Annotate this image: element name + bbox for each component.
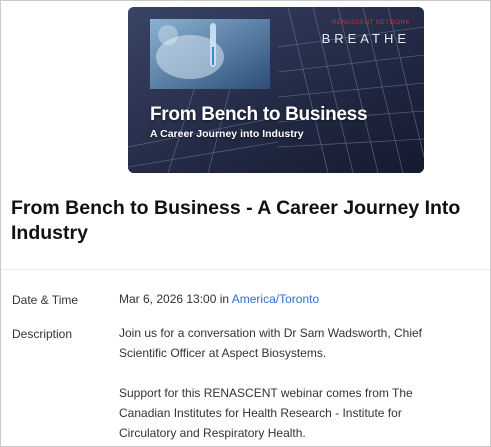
event-page: RENASCENT NETWORK BREATHE From Bench to … <box>0 0 491 447</box>
banner-subtitle: A Career Journey into Industry <box>150 128 304 140</box>
description-value: Join us for a conversation with Dr Sam W… <box>119 323 449 443</box>
banner-title: From Bench to Business <box>150 104 368 125</box>
brand-logo: BREATHE <box>321 31 410 46</box>
description-label: Description <box>12 327 73 341</box>
date-time-value: Mar 6, 2026 13:00 in America/Toronto <box>119 289 449 309</box>
timezone-link[interactable]: America/Toronto <box>232 292 319 306</box>
date-time-text: Mar 6, 2026 13:00 in <box>119 292 232 306</box>
divider <box>1 269 490 270</box>
page-title: From Bench to Business - A Career Journe… <box>11 197 461 244</box>
description-paragraph: Join us for a conversation with Dr Sam W… <box>119 326 423 360</box>
event-banner-image: RENASCENT NETWORK BREATHE From Bench to … <box>128 7 424 173</box>
brand-tagline: RENASCENT NETWORK <box>332 20 410 26</box>
description-paragraph: Support for this RENASCENT webinar comes… <box>119 386 413 440</box>
date-time-label: Date & Time <box>12 293 79 307</box>
